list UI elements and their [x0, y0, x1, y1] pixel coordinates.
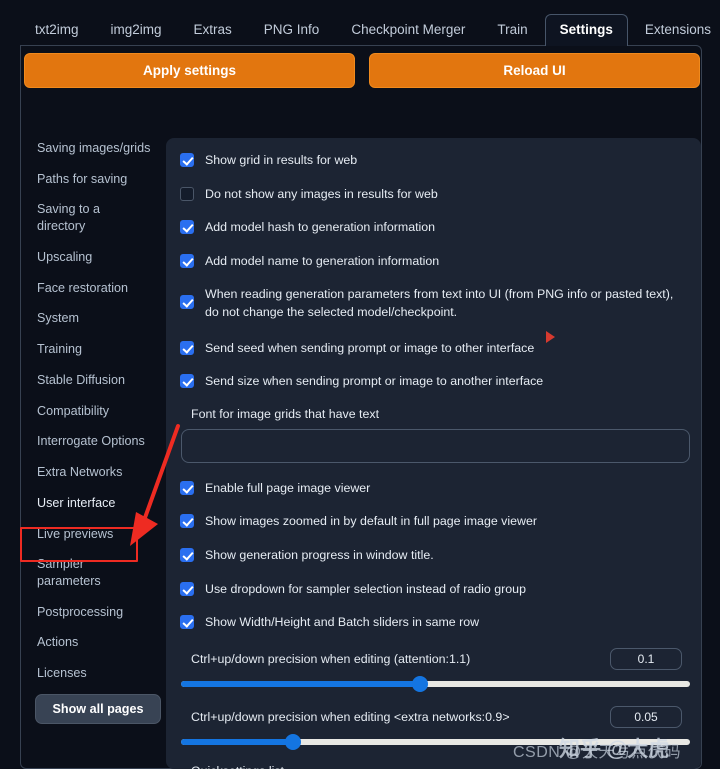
settings-action-row: Apply settings Reload UI	[23, 53, 701, 88]
option-row-send-seed[interactable]: Send seed when sending prompt or image t…	[180, 340, 685, 358]
sidebar-item-sampler-parameters[interactable]: Sampler parameters	[33, 554, 151, 591]
checkbox-show-width-height-and-batch-sliders-in-same-row[interactable]	[180, 615, 194, 630]
option-row-send-size[interactable]: Send size when sending prompt or image t…	[180, 373, 685, 391]
slider-head-extra-networks-precision: Ctrl+up/down precision when editing <ext…	[180, 705, 685, 728]
settings-sidebar: Saving images/grids Paths for saving Sav…	[21, 131, 165, 769]
slider-extra-networks-precision[interactable]	[181, 733, 690, 750]
number-input-extra-networks-precision[interactable]: 0.05	[610, 705, 682, 728]
option-row-use-dropdown-sampler[interactable]: Use dropdown for sampler selection inste…	[180, 581, 685, 599]
sidebar-item-actions[interactable]: Actions	[33, 632, 151, 653]
label-font-for-image-grids: Font for image grids that have text	[191, 406, 380, 421]
label-use-dropdown-for-sampler-selection: Use dropdown for sampler selection inste…	[205, 581, 526, 596]
tab-extensions[interactable]: Extensions	[630, 14, 720, 46]
label-show-images-zoomed-in-by-default: Show images zoomed in by default in full…	[205, 514, 537, 529]
sidebar-item-interrogate-options[interactable]: Interrogate Options	[33, 431, 151, 452]
font-for-image-grids-input[interactable]	[181, 428, 690, 463]
option-row-add-model-name[interactable]: Add model name to generation information	[180, 253, 685, 271]
checkbox-do-not-change-selected-model-checkpoint[interactable]	[180, 295, 194, 310]
option-row-show-progress-title[interactable]: Show generation progress in window title…	[180, 547, 685, 565]
sidebar-item-user-interface[interactable]: User interface	[33, 493, 151, 514]
reload-ui-button[interactable]: Reload UI	[369, 53, 700, 88]
checkbox-do-not-show-any-images-in-results-for-web[interactable]	[180, 186, 194, 201]
number-input-attention-precision[interactable]: 0.1	[610, 647, 682, 670]
sidebar-item-paths-for-saving[interactable]: Paths for saving	[33, 169, 151, 190]
main-tab-bar: txt2img img2img Extras PNG Info Checkpoi…	[0, 0, 720, 46]
slider-group-extra-networks-precision: Ctrl+up/down precision when editing <ext…	[180, 705, 690, 750]
sidebar-item-stable-diffusion[interactable]: Stable Diffusion	[33, 370, 151, 391]
slider-head-attention-precision: Ctrl+up/down precision when editing (att…	[180, 647, 685, 670]
sidebar-item-system[interactable]: System	[33, 308, 151, 329]
apply-settings-button[interactable]: Apply settings	[24, 53, 355, 88]
label-send-seed-when-sending-prompt-or-image: Send seed when sending prompt or image t…	[205, 340, 535, 355]
slider-thumb-extra-networks[interactable]	[284, 733, 301, 750]
checkbox-add-model-name-to-generation-information[interactable]	[180, 253, 194, 268]
label-quicksettings-list: Quicksettings list	[191, 764, 685, 769]
red-play-marker-icon	[546, 331, 555, 343]
label-show-width-height-and-batch-sliders-in-same-row: Show Width/Height and Batch sliders in s…	[205, 615, 480, 630]
option-row-show-images-zoomed[interactable]: Show images zoomed in by default in full…	[180, 513, 685, 531]
slider-group-attention-precision: Ctrl+up/down precision when editing (att…	[180, 647, 690, 692]
option-row-show-grid[interactable]: Show grid in results for web	[180, 152, 685, 170]
label-do-not-change-selected-model-checkpoint: When reading generation parameters from …	[205, 287, 674, 320]
option-row-show-wh-batch-sliders[interactable]: Show Width/Height and Batch sliders in s…	[180, 614, 685, 632]
slider-thumb-attention[interactable]	[412, 675, 429, 692]
tab-png-info[interactable]: PNG Info	[249, 14, 335, 46]
sidebar-item-saving-to-a-directory[interactable]: Saving to a directory	[33, 199, 151, 236]
sidebar-item-upscaling[interactable]: Upscaling	[33, 247, 151, 268]
label-do-not-show-any-images-in-results-for-web: Do not show any images in results for we…	[205, 186, 438, 201]
label-ctrl-updown-precision-attention: Ctrl+up/down precision when editing (att…	[191, 651, 471, 666]
checkbox-use-dropdown-for-sampler-selection[interactable]	[180, 581, 194, 596]
sidebar-item-live-previews[interactable]: Live previews	[33, 524, 151, 545]
label-ctrl-updown-precision-extra-networks: Ctrl+up/down precision when editing <ext…	[191, 709, 510, 724]
tab-settings[interactable]: Settings	[544, 13, 628, 46]
tab-checkpoint-merger[interactable]: Checkpoint Merger	[336, 14, 480, 46]
sidebar-item-extra-networks[interactable]: Extra Networks	[33, 462, 151, 483]
label-add-model-name-to-generation-information: Add model name to generation information	[205, 253, 440, 268]
sidebar-item-face-restoration[interactable]: Face restoration	[33, 278, 151, 299]
sidebar-item-postprocessing[interactable]: Postprocessing	[33, 602, 151, 623]
checkbox-enable-full-page-image-viewer[interactable]	[180, 480, 194, 495]
sidebar-item-training[interactable]: Training	[33, 339, 151, 360]
checkbox-show-generation-progress-in-window-title[interactable]	[180, 548, 194, 563]
label-enable-full-page-image-viewer: Enable full page image viewer	[205, 480, 371, 495]
slider-fill-extra-networks	[181, 738, 293, 745]
tab-img2img[interactable]: img2img	[96, 14, 177, 46]
settings-content: Show grid in results for web Do not show…	[166, 138, 701, 769]
sidebar-item-compatibility[interactable]: Compatibility	[33, 401, 151, 422]
slider-attention-precision[interactable]	[181, 675, 690, 692]
option-row-enable-full-page-viewer[interactable]: Enable full page image viewer	[180, 480, 685, 498]
sidebar-item-saving-images-grids[interactable]: Saving images/grids	[33, 138, 151, 159]
label-show-grid-in-results-for-web: Show grid in results for web	[205, 153, 358, 167]
checkbox-add-model-hash-to-generation-information[interactable]	[180, 220, 194, 235]
settings-panel: Apply settings Reload UI Saving images/g…	[20, 45, 702, 769]
label-send-size-when-sending-prompt-or-image: Send size when sending prompt or image t…	[205, 374, 544, 389]
checkbox-show-grid-in-results-for-web[interactable]	[180, 153, 194, 167]
option-row-do-not-show-images[interactable]: Do not show any images in results for we…	[180, 186, 685, 204]
slider-fill-attention	[181, 680, 421, 687]
option-row-add-model-hash[interactable]: Add model hash to generation information	[180, 219, 685, 237]
tab-txt2img[interactable]: txt2img	[20, 14, 94, 46]
tab-extras[interactable]: Extras	[179, 14, 247, 46]
checkbox-send-size-when-sending-prompt-or-image[interactable]	[180, 374, 194, 389]
tab-train[interactable]: Train	[482, 14, 542, 46]
option-row-do-not-change-checkpoint[interactable]: When reading generation parameters from …	[180, 286, 685, 321]
show-all-pages-button[interactable]: Show all pages	[35, 693, 161, 724]
checkbox-show-images-zoomed-in-by-default[interactable]	[180, 514, 194, 529]
sidebar-item-licenses[interactable]: Licenses	[33, 663, 151, 684]
label-add-model-hash-to-generation-information: Add model hash to generation information	[205, 220, 436, 235]
label-show-generation-progress-in-window-title: Show generation progress in window title…	[205, 548, 434, 563]
checkbox-send-seed-when-sending-prompt-or-image[interactable]	[180, 340, 194, 355]
